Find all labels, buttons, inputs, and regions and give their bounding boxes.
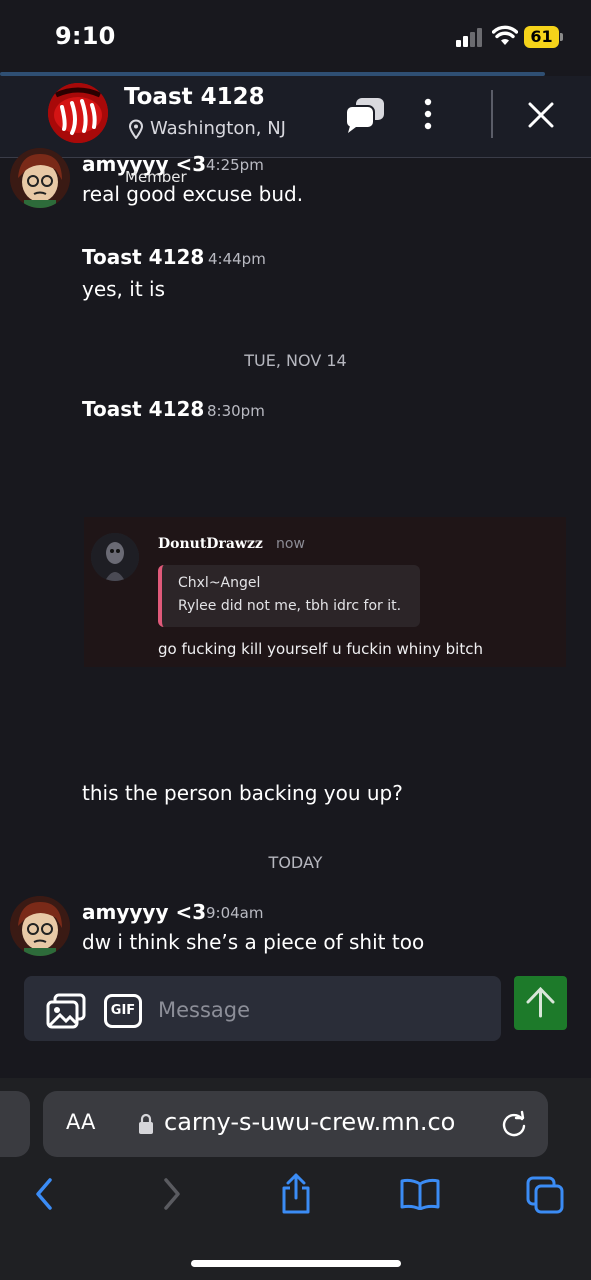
message-time: 8:30pm: [207, 402, 265, 420]
embed-username: DonutDrawzz: [158, 536, 263, 552]
message-sender: amyyyy <3: [82, 900, 207, 924]
send-button[interactable]: [514, 976, 567, 1030]
home-indicator: [191, 1260, 401, 1267]
message-text: this the person backing you up?: [82, 781, 403, 805]
battery-icon: 61: [524, 26, 564, 48]
bookmarks-icon[interactable]: [400, 1178, 440, 1210]
reader-settings-button[interactable]: AA: [66, 1110, 95, 1134]
image-upload-icon[interactable]: [46, 993, 86, 1029]
embed-avatar: [91, 533, 139, 581]
avatar[interactable]: [10, 148, 70, 208]
battery-level: 61: [530, 27, 553, 46]
chat-bubbles-icon[interactable]: [344, 96, 386, 134]
message-text: dw i think she’s a piece of shit too: [82, 930, 425, 954]
back-icon[interactable]: [30, 1176, 58, 1212]
arrow-up-icon: [526, 986, 555, 1018]
message-input[interactable]: Message: [158, 998, 250, 1022]
reload-icon[interactable]: [500, 1110, 528, 1138]
cellular-signal-icon: [456, 28, 482, 47]
chat-title: Toast 4128: [124, 84, 265, 110]
date-separator: TUE, NOV 14: [244, 351, 347, 370]
quote-text: Rylee did not me, tbh idrc for it.: [178, 598, 402, 614]
location-pin-icon: [128, 119, 144, 139]
share-icon[interactable]: [280, 1172, 312, 1214]
tabs-icon[interactable]: [526, 1176, 564, 1214]
gif-button[interactable]: GIF: [104, 994, 142, 1028]
quote-author: Chxl~Angel: [178, 575, 261, 591]
lock-icon: [139, 1113, 153, 1134]
message-text: real good excuse bud.: [82, 182, 304, 206]
header-divider: [491, 90, 493, 138]
chat-location: Washington, NJ: [150, 118, 286, 139]
message-sender: Toast 4128: [82, 397, 205, 421]
message-time: 9:04am: [206, 904, 264, 922]
previous-tab-peek[interactable]: [0, 1091, 30, 1157]
message-time: 4:44pm: [208, 250, 266, 268]
avatar[interactable]: [10, 896, 70, 956]
status-time: 9:10: [55, 22, 116, 50]
message-text: yes, it is: [82, 277, 166, 301]
more-vertical-icon[interactable]: [420, 98, 436, 130]
forward-icon[interactable]: [158, 1176, 186, 1212]
wifi-icon: [492, 25, 518, 45]
message-composer[interactable]: [24, 976, 501, 1041]
message-time: 4:25pm: [206, 156, 264, 174]
close-icon[interactable]: [526, 100, 556, 130]
date-separator: TODAY: [268, 853, 323, 872]
chat-avatar[interactable]: [48, 83, 108, 143]
url-text[interactable]: carny-s-uwu-crew.mn.co: [164, 1108, 455, 1136]
message-sender: Toast 4128: [82, 245, 205, 269]
embed-time: now: [276, 536, 305, 552]
embed-reply-text: go fucking kill yourself u fuckin whiny …: [158, 640, 483, 658]
page-load-progress: [0, 72, 545, 76]
